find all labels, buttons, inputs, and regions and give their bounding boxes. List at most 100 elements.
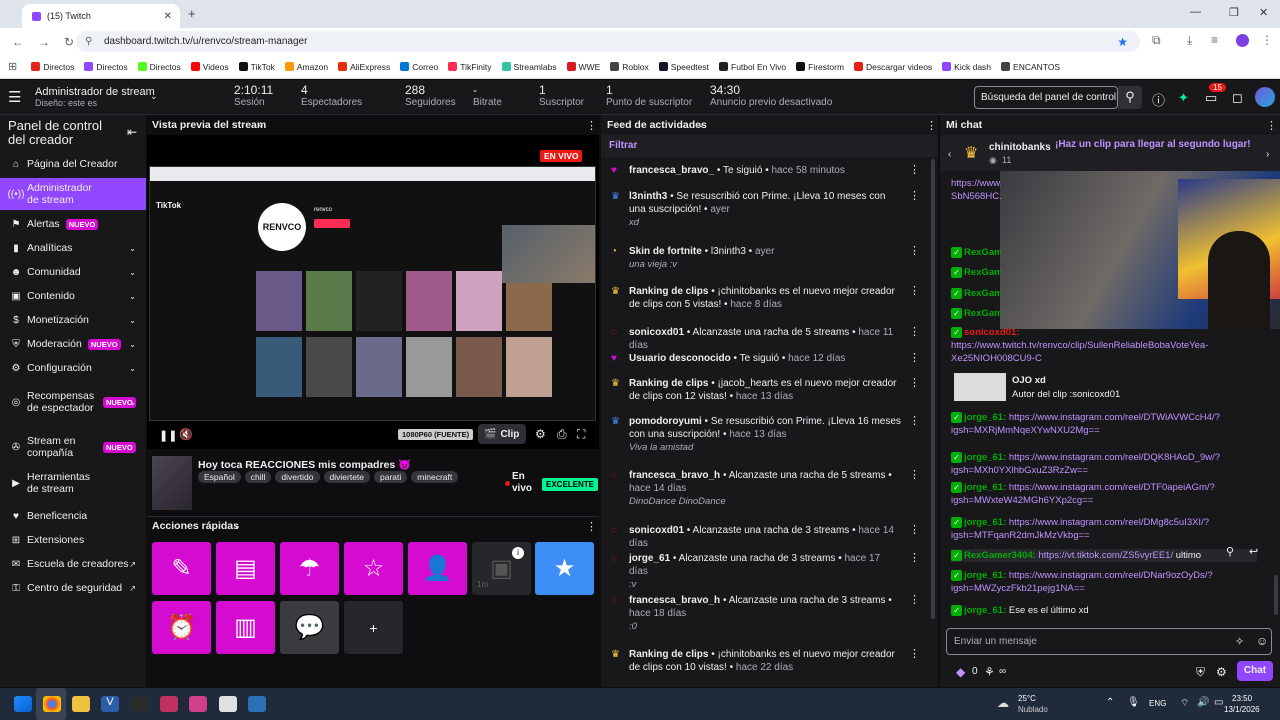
chat-username[interactable]: jorge_61: [964, 605, 1006, 616]
chat-message[interactable]: ✓ RexGam [951, 266, 1001, 279]
bookmark-item[interactable]: Descargar videos [854, 62, 932, 72]
more-options-icon[interactable]: ⋮ [909, 377, 920, 390]
bookmark-item[interactable]: Speedtest [658, 62, 709, 72]
reply-icon[interactable]: ↩ [1249, 545, 1258, 558]
url-bar[interactable]: ⚲ dashboard.twitch.tv/u/renvco/stream-ma… [76, 31, 1140, 52]
more-options-icon[interactable]: ⋮ [909, 415, 920, 428]
chat-message[interactable]: ✓ jorge_61: https://www.instagram.com/ree… [951, 516, 1251, 542]
bookmark-item[interactable]: Correo [400, 62, 438, 72]
bookmark-item[interactable]: ENCANTOS [1001, 62, 1060, 72]
stream-manager-title[interactable]: Administrador de stream Diseño: este es [35, 86, 155, 108]
chevron-down-icon[interactable]: ⌄ [257, 119, 265, 130]
activity-item[interactable]: ◌ francesca_bravo_h • Alcanzaste una rach… [611, 594, 920, 633]
chat-link[interactable]: https://www... [951, 178, 1001, 189]
close-tab-icon[interactable]: ✕ [164, 11, 172, 22]
tag-chip[interactable]: chill [244, 471, 272, 483]
input-language[interactable]: ENG [1149, 699, 1166, 708]
bookmark-item[interactable]: Directos [137, 62, 181, 72]
sidebar-item-0[interactable]: ⌂ Página del Creador [0, 154, 146, 174]
stat-4[interactable]: 1 Suscriptor [539, 84, 584, 109]
sidebar-item-4[interactable]: ☻ Comunidad ⌄ [0, 262, 146, 282]
extensions-icon[interactable]: ⧉ [1152, 33, 1161, 48]
app-icon[interactable] [189, 696, 207, 712]
sidebar-item-13[interactable]: ⊞ Extensiones [0, 530, 146, 550]
site-info-icon[interactable]: ⚲ [85, 36, 92, 47]
layout-action[interactable]: ▥ [216, 601, 275, 654]
clock-time[interactable]: 23:50 [1232, 694, 1252, 703]
chat-input[interactable]: Enviar un mensaje ✧ ☺ [946, 628, 1272, 655]
more-options-icon[interactable]: ⋮ [909, 524, 920, 537]
activity-item[interactable]: ♥ francesca_bravo_ • Te siguió • hace 58 … [611, 164, 920, 177]
chat-username[interactable]: jorge_61: [964, 517, 1006, 528]
chat-username[interactable]: jorge_61: [964, 452, 1006, 463]
more-options-icon[interactable]: ⋮ [586, 520, 597, 533]
chevron-down-icon[interactable]: ⌄ [129, 268, 136, 277]
chat-username[interactable]: RexGam [964, 308, 1001, 319]
menu-icon[interactable]: ⋮ [1261, 33, 1273, 47]
activity-item[interactable]: ◌ jorge_61 • Alcanzaste una racha de 3 st… [611, 552, 920, 591]
file-explorer-icon[interactable] [72, 696, 90, 712]
chat-message[interactable]: ✓ jorge_61: https://www.instagram.com/ree… [951, 451, 1251, 477]
chevron-down-icon[interactable]: ⌄ [129, 364, 136, 373]
sidebar-item-6[interactable]: $ Monetización ⌄ [0, 310, 146, 330]
stat-5[interactable]: 1 Punto de suscriptor [606, 84, 692, 109]
download-icon[interactable]: ⤓ [1187, 33, 1192, 48]
add-action-button[interactable]: + [344, 601, 403, 654]
new-tab-icon[interactable]: + [188, 6, 196, 21]
inbox-icon[interactable]: ▭ [1205, 90, 1217, 106]
sidebar-item-8[interactable]: ⚙ Configuración ⌄ [0, 358, 146, 378]
chat-username[interactable]: sonicoxd01: [964, 327, 1019, 338]
sidebar-item-15[interactable]: ⚿ Centro de seguridad ↗ [0, 578, 146, 598]
tag-chip[interactable]: parati [374, 471, 408, 483]
shield-icon[interactable]: ⛨ [1196, 665, 1205, 680]
tag-chip[interactable]: diviertete [323, 471, 371, 483]
stream-preview-video[interactable]: TikTok RENVCO renvco EN VIVO ❚❚ 🔇 1080P6… [147, 135, 599, 449]
app-icon[interactable] [219, 696, 237, 712]
activity-item[interactable]: ♛ l3ninth3 • Se resuscribió con Prime. ¡L… [611, 190, 920, 229]
chat-username[interactable]: RexGam [964, 247, 1001, 258]
activity-item[interactable]: ◌ sonicoxd01 • Alcanzaste una racha de 5 … [611, 326, 920, 352]
activity-item[interactable]: ♥ Usuario desconocido • Te siguió • hace … [611, 352, 920, 365]
activity-item[interactable]: ♛ Ranking de clips • ¡jacob_hearts es el … [611, 377, 920, 403]
weather-temp[interactable]: 25°C [1018, 694, 1036, 703]
bits-icon[interactable]: ✧ [1235, 635, 1244, 648]
app-icon[interactable] [248, 696, 266, 712]
sidebar-item-14[interactable]: ✉ Escuela de creadores ↗ [0, 554, 146, 574]
chat-settings-icon[interactable]: ⚙ [1216, 665, 1227, 679]
more-options-icon[interactable]: ⋮ [909, 245, 920, 258]
clip-card-title[interactable]: OJO xd [1012, 375, 1046, 386]
external-link-icon[interactable]: ↗ [129, 560, 136, 569]
chat-message[interactable]: ✓ jorge_61: https://www.instagram.com/ree… [951, 569, 1251, 595]
chevron-down-icon[interactable]: ⌄ [697, 119, 705, 130]
whispers-icon[interactable]: ◻ [1232, 90, 1243, 106]
maximize-icon[interactable]: ❐ [1229, 6, 1239, 19]
stat-6[interactable]: 34:30 Anuncio previo desactivado [710, 84, 832, 109]
sidebar-item-5[interactable]: ▣ Contenido ⌄ [0, 286, 146, 306]
chat-message[interactable]: ✓ RexGam [951, 246, 1001, 259]
wifi-icon[interactable]: ⌔ [1180, 697, 1189, 710]
app-icon[interactable] [160, 696, 178, 712]
bookmark-item[interactable]: Amazon [284, 62, 328, 72]
chat-message[interactable]: ✓ jorge_61: https://www.instagram.com/ree… [951, 411, 1251, 437]
activity-item[interactable]: ♛ pomodoroyumi • Se resuscribió con Prime… [611, 415, 920, 454]
chevron-down-icon[interactable]: ⌄ [129, 292, 136, 301]
chat-message[interactable]: https://www... [951, 177, 1001, 190]
more-options-icon[interactable]: ⋮ [909, 326, 920, 339]
bookmark-item[interactable]: TikTok [238, 62, 275, 72]
pin-icon[interactable]: ⚲ [1226, 545, 1234, 558]
pause-icon[interactable]: ❚❚ [159, 429, 177, 442]
feature-action[interactable]: ☆ [344, 542, 403, 595]
search-icon[interactable]: ⚲ [1118, 86, 1142, 109]
reload-icon[interactable]: ↻ [64, 35, 74, 49]
stat-2[interactable]: 288 Seguidores [405, 84, 456, 109]
chevron-down-icon[interactable]: ⌄ [233, 520, 241, 531]
chevron-right-icon[interactable]: › [1266, 149, 1269, 160]
extension-action[interactable]: 💬 [280, 601, 339, 654]
profile-avatar[interactable] [1236, 34, 1249, 47]
drops-action[interactable]: ☂ [280, 542, 339, 595]
info-icon[interactable]: i [512, 547, 524, 559]
microphone-icon[interactable]: 🎙 [1127, 697, 1140, 708]
more-options-icon[interactable]: ⋮ [909, 285, 920, 298]
chat-link[interactable]: https://vt.tiktok.com/ZS5vyrEE1/ [1038, 550, 1173, 561]
obs-app-icon[interactable] [131, 696, 149, 712]
